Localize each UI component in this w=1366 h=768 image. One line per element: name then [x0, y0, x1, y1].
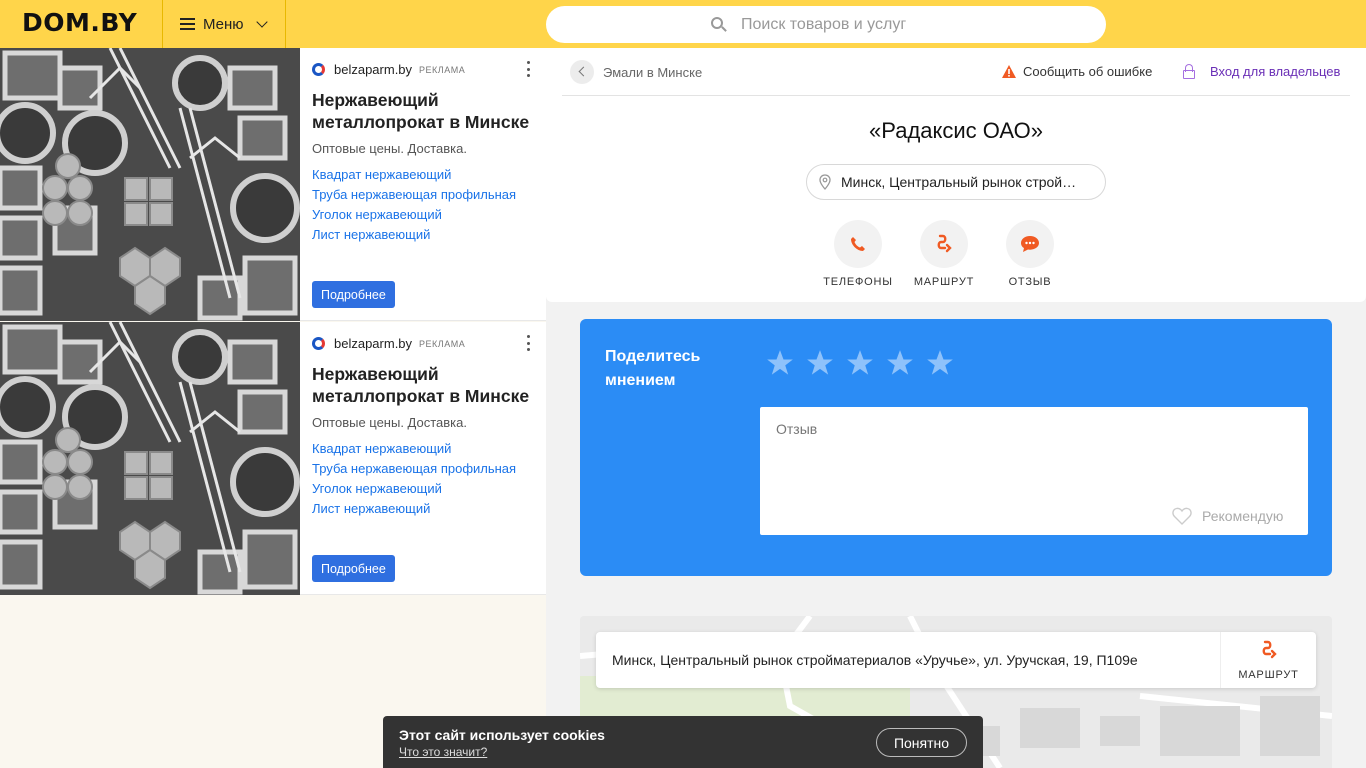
- back-arrow-icon[interactable]: [570, 60, 594, 84]
- review-heading: Поделитесь мнением: [605, 348, 701, 389]
- star-icon[interactable]: [926, 349, 954, 377]
- owner-login-link[interactable]: Вход для владельцев: [1183, 64, 1340, 79]
- address-text: Минск, Центральный рынок строй…: [841, 174, 1077, 190]
- map-address-bar: Минск, Центральный рынок стройматериалов…: [596, 632, 1316, 688]
- ad-domain[interactable]: belzaparm.by РЕКЛАМА: [312, 336, 465, 351]
- ad-link[interactable]: Лист нержавеющий: [312, 225, 516, 245]
- divider: [562, 95, 1350, 96]
- chevron-down-icon: [255, 15, 268, 28]
- ad-more-button[interactable]: Подробнее: [312, 555, 395, 582]
- menu-label: Меню: [203, 15, 244, 33]
- ad-image-metal-pipes[interactable]: [0, 48, 300, 321]
- company-title: «Радаксис ОАО»: [869, 118, 1043, 143]
- cookie-info-link[interactable]: Что это значит?: [399, 745, 487, 759]
- address-button[interactable]: Минск, Центральный рынок строй…: [806, 164, 1106, 200]
- ad-image-metal-pipes[interactable]: [0, 322, 300, 595]
- map-pin-icon: [819, 174, 831, 190]
- rating-stars: [766, 349, 966, 377]
- review-label: ОТЗЫВ: [1008, 276, 1052, 288]
- route-label: МАРШРУТ: [913, 276, 975, 288]
- map-route-button[interactable]: МАРШРУТ: [1220, 632, 1316, 688]
- search-input[interactable]: [741, 15, 941, 34]
- ad-description: Оптовые цены. Доставка.: [312, 141, 467, 156]
- ad-tag: РЕКЛАМА: [419, 64, 466, 75]
- star-icon[interactable]: [846, 349, 874, 377]
- ad-favicon-icon: [312, 337, 325, 350]
- star-icon[interactable]: [766, 349, 794, 377]
- map-route-label: МАРШРУТ: [1238, 669, 1299, 681]
- route-icon: [1262, 640, 1277, 659]
- ad-link[interactable]: Лист нержавеющий: [312, 499, 516, 519]
- map-address: Минск, Центральный рынок стройматериалов…: [612, 652, 1138, 668]
- ad-more-button[interactable]: Подробнее: [312, 281, 395, 308]
- star-icon[interactable]: [886, 349, 914, 377]
- report-error-link[interactable]: Сообщить об ошибке: [1002, 64, 1152, 79]
- search-bar[interactable]: [546, 6, 1106, 43]
- review-button[interactable]: ОТЗЫВ: [985, 220, 1075, 288]
- review-box: Рекомендую: [760, 407, 1308, 535]
- burger-icon: [180, 18, 195, 30]
- cookie-message: Этот сайт использует cookies: [399, 727, 605, 743]
- ad-link[interactable]: Квадрат нержавеющий: [312, 439, 516, 459]
- phones-label: ТЕЛЕФОНЫ: [823, 276, 893, 288]
- ad-title[interactable]: Нержавеющий металлопрокат в Минске: [312, 89, 540, 133]
- route-button[interactable]: МАРШРУТ: [899, 220, 989, 288]
- more-options-icon[interactable]: [522, 60, 534, 78]
- ads-column: belzaparm.by РЕКЛАМА Нержавеющий металло…: [0, 48, 546, 768]
- cookie-banner: Этот сайт использует cookies Что это зна…: [383, 716, 983, 768]
- ad-link[interactable]: Труба нержавеющая профильная: [312, 185, 516, 205]
- ad-link[interactable]: Квадрат нержавеющий: [312, 165, 516, 185]
- warning-icon: [1002, 65, 1016, 78]
- ad-block-1[interactable]: belzaparm.by РЕКЛАМА Нержавеющий металло…: [0, 48, 546, 321]
- ad-title[interactable]: Нержавеющий металлопрокат в Минске: [312, 363, 540, 407]
- ad-description: Оптовые цены. Доставка.: [312, 415, 467, 430]
- ad-link[interactable]: Уголок нержавеющий: [312, 479, 516, 499]
- comment-icon: [1021, 236, 1039, 252]
- review-form: Поделитесь мнением Рекомендую: [580, 319, 1332, 576]
- site-header: DOM.BY Меню: [0, 0, 1366, 48]
- star-icon[interactable]: [806, 349, 834, 377]
- ad-links: Квадрат нержавеющий Труба нержавеющая пр…: [312, 165, 516, 245]
- more-options-icon[interactable]: [522, 334, 534, 352]
- ad-link[interactable]: Уголок нержавеющий: [312, 205, 516, 225]
- ad-favicon-icon: [312, 63, 325, 76]
- company-card: Эмали в Минске Сообщить об ошибке Вход д…: [546, 48, 1366, 302]
- report-error-label: Сообщить об ошибке: [1023, 64, 1153, 79]
- ad-block-2[interactable]: belzaparm.by РЕКЛАМА Нержавеющий металло…: [0, 322, 546, 595]
- ad-domain[interactable]: belzaparm.by РЕКЛАМА: [312, 62, 465, 77]
- ad-domain-text: belzaparm.by: [334, 336, 413, 351]
- ad-tag: РЕКЛАМА: [419, 338, 466, 349]
- phones-button[interactable]: ТЕЛЕФОНЫ: [813, 220, 903, 288]
- recommend-toggle[interactable]: Рекомендую: [1172, 507, 1283, 525]
- ad-link[interactable]: Труба нержавеющая профильная: [312, 459, 516, 479]
- heart-icon: [1172, 507, 1192, 525]
- breadcrumb[interactable]: Эмали в Минске: [603, 65, 702, 80]
- lock-icon: [1183, 64, 1195, 79]
- phone-icon: [851, 237, 865, 251]
- search-icon: [711, 16, 727, 33]
- recommend-label: Рекомендую: [1202, 508, 1284, 524]
- ad-domain-text: belzaparm.by: [334, 62, 413, 77]
- menu-button[interactable]: Меню: [162, 0, 286, 48]
- ad-links: Квадрат нержавеющий Труба нержавеющая пр…: [312, 439, 516, 519]
- site-logo[interactable]: DOM.BY: [22, 8, 137, 37]
- cookie-accept-button[interactable]: Понятно: [876, 728, 967, 757]
- route-icon: [937, 234, 952, 253]
- owner-login-label: Вход для владельцев: [1210, 64, 1341, 79]
